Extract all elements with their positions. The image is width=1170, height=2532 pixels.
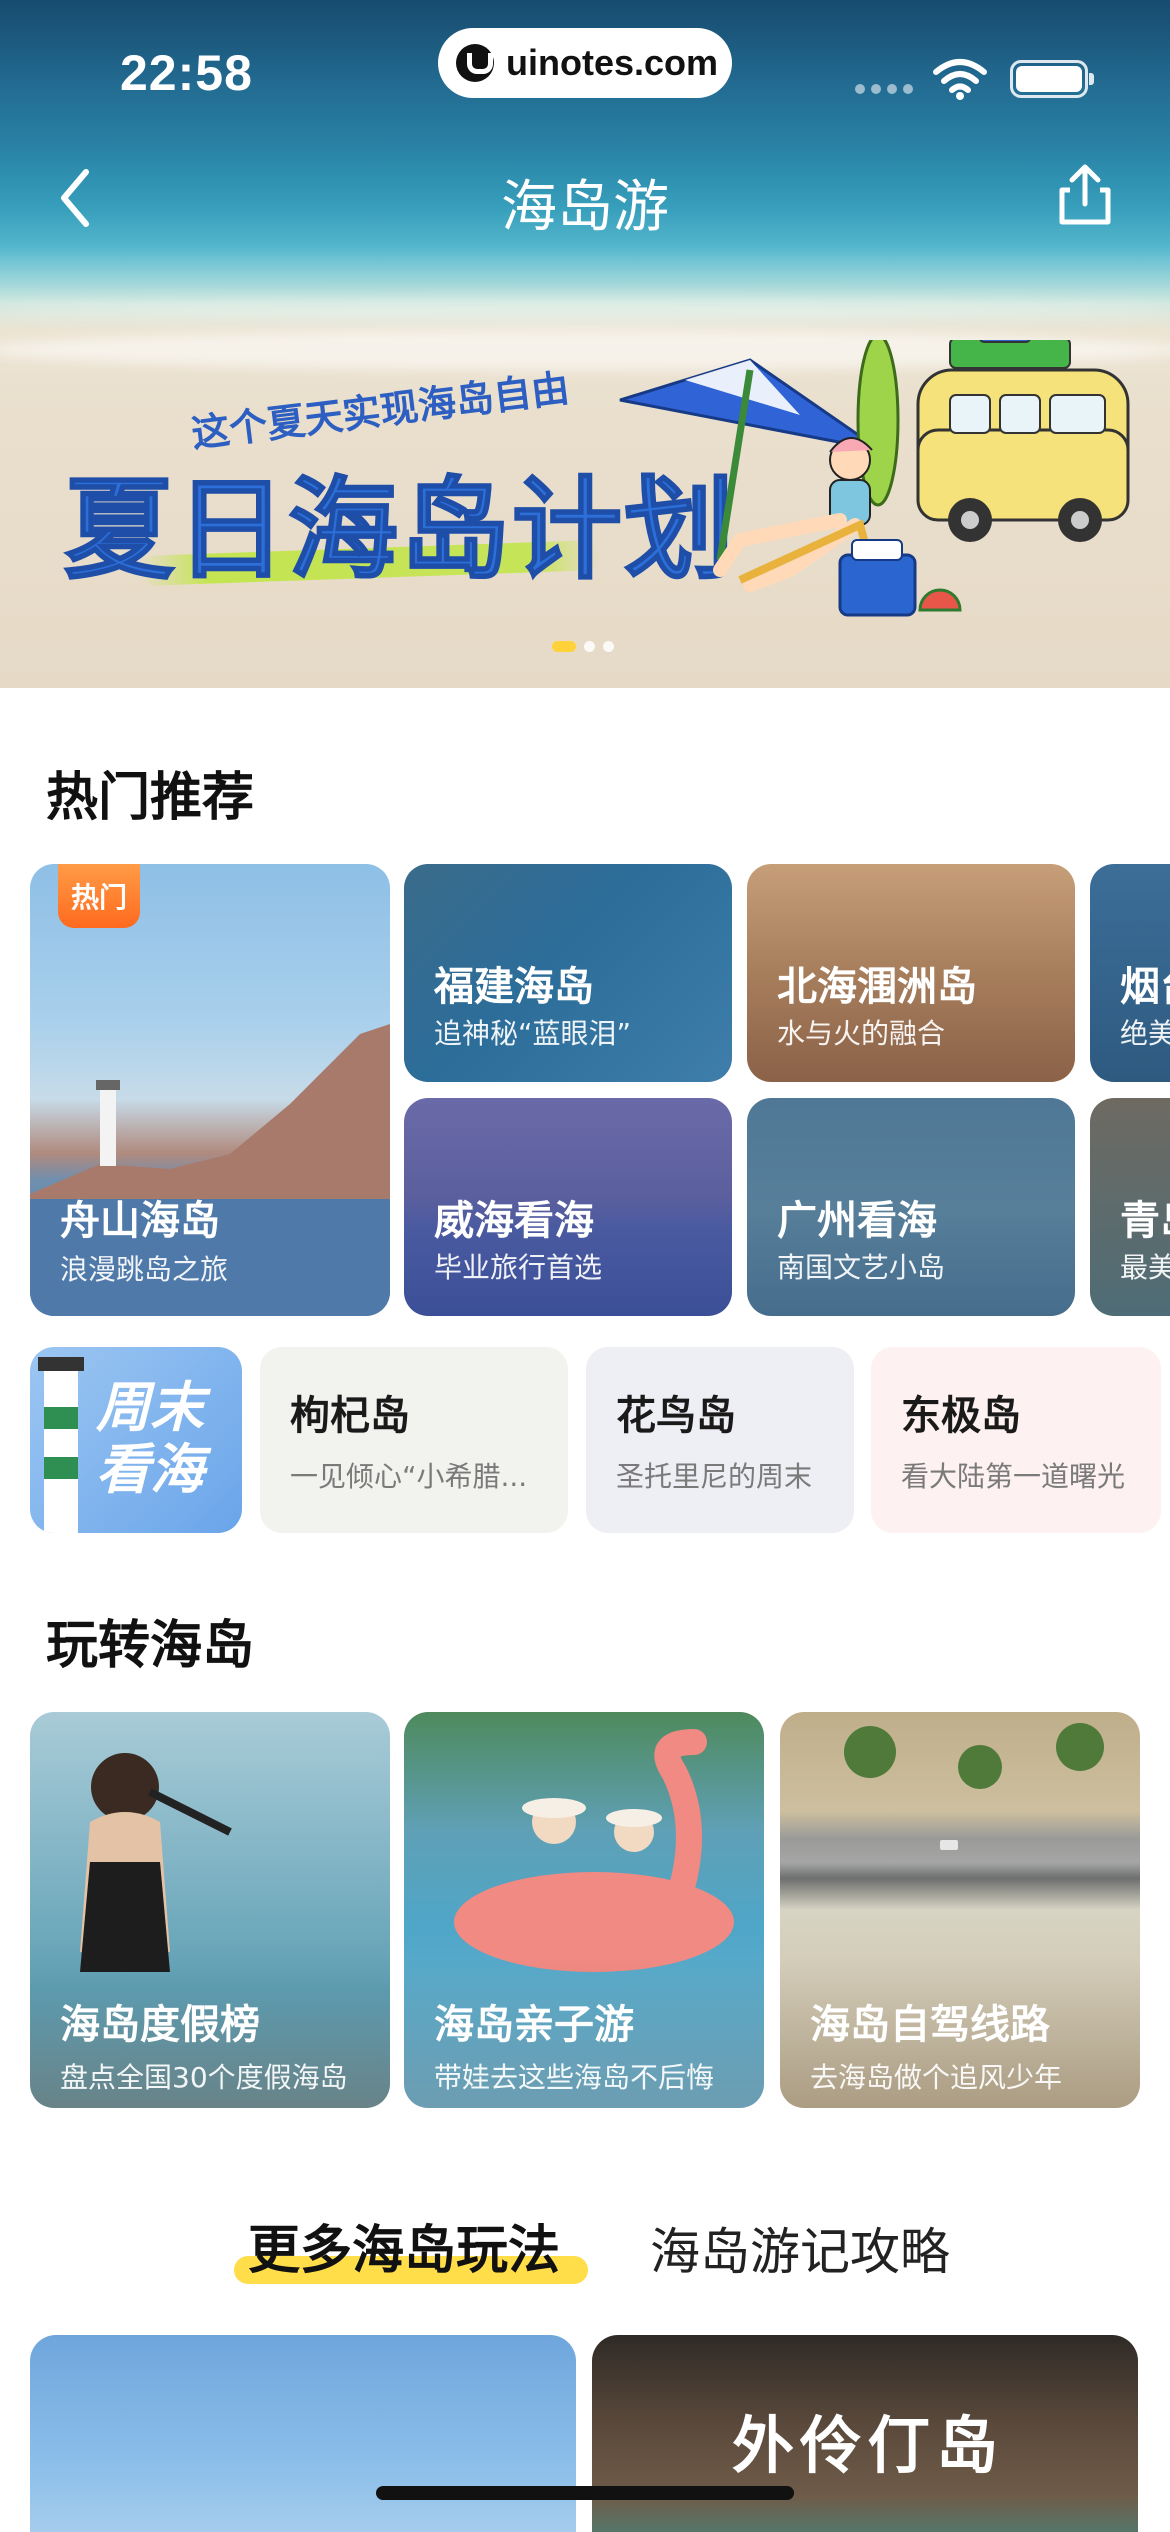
feed-card-title: 外伶仃岛 (732, 2409, 1005, 2482)
feed-card-1[interactable] (30, 2335, 576, 2532)
home-indicator (376, 2486, 794, 2500)
weekend-item-title: 东极岛 (901, 1393, 1021, 1439)
hot-card-beihai[interactable]: 北海涠洲岛 水与火的融合 (747, 864, 1075, 1082)
content-tabs: 更多海岛玩法 海岛游记攻略 (0, 2208, 1170, 2288)
hot-card-title: 广州看海 (777, 1198, 937, 1244)
url-pill: uinotes.com (438, 28, 732, 98)
hot-card-guangzhou[interactable]: 广州看海 南国文艺小岛 (747, 1098, 1075, 1316)
weekend-item-subtitle: 看大陆第一道曙光 (901, 1460, 1126, 1493)
page-title: 海岛游 (501, 175, 669, 240)
hot-card-subtitle: 南国文艺小岛 (777, 1251, 946, 1284)
play-card-subtitle: 带娃去这些海岛不后悔 (434, 2061, 715, 2094)
play-card-title: 海岛亲子游 (434, 2002, 634, 2048)
tab-more-island-play[interactable]: 更多海岛玩法 (248, 2208, 560, 2283)
play-card-vacation[interactable]: 海岛度假榜 盘点全国30个度假海岛 (30, 1712, 390, 2108)
hot-card-title: 北海涠洲岛 (777, 964, 977, 1010)
signal-icon (855, 84, 913, 94)
play-card-subtitle: 去海岛做个追风少年 (810, 2061, 1063, 2094)
hot-badge: 热门 (58, 864, 140, 928)
hot-card-featured[interactable]: 热门 舟山海岛 浪漫跳岛之旅 (30, 864, 390, 1316)
weekend-item-huaniao[interactable]: 花鸟岛 圣托里尼的周末 (586, 1347, 854, 1533)
hot-card-title: 青岛 (1120, 1198, 1170, 1244)
weekend-item-dongji[interactable]: 东极岛 看大陆第一道曙光 (871, 1347, 1161, 1533)
tab-island-travel-notes[interactable]: 海岛游记攻略 (650, 2212, 950, 2284)
play-card-selfdrive[interactable]: 海岛自驾线路 去海岛做个追风少年 (780, 1712, 1140, 2108)
sea-wave (0, 300, 1170, 322)
hot-card-yantai[interactable]: 烟台 绝美 (1090, 864, 1170, 1082)
status-time: 22:58 (120, 45, 253, 101)
weekend-item-title: 枸杞岛 (290, 1393, 410, 1439)
hot-card-subtitle: 浪漫跳岛之旅 (60, 1253, 229, 1286)
weekend-item-subtitle: 圣托里尼的周末 (616, 1460, 813, 1493)
uinotes-logo-icon (456, 44, 494, 82)
hot-card-subtitle: 绝美 (1120, 1017, 1170, 1050)
play-card-title: 海岛自驾线路 (810, 2002, 1050, 2048)
weekend-item-gouqi[interactable]: 枸杞岛 一见倾心“小希腊... (260, 1347, 568, 1533)
weekend-item-subtitle: 一见倾心“小希腊... (290, 1460, 528, 1493)
hero-banner[interactable]: 这个夏天实现海岛自由 夏日海岛计划 (0, 0, 1170, 688)
share-icon[interactable] (1050, 160, 1120, 230)
hot-card-title: 福建海岛 (434, 964, 594, 1010)
hot-card-title: 烟台 (1120, 964, 1170, 1010)
feed-card-2[interactable]: 外伶仃岛 (592, 2335, 1138, 2532)
wifi-icon (933, 59, 987, 100)
play-section-title: 玩转海岛 (46, 1616, 255, 1676)
hot-card-title: 舟山海岛 (60, 1198, 220, 1244)
hot-card-weihai[interactable]: 威海看海 毕业旅行首选 (404, 1098, 732, 1316)
hot-card-qingdao[interactable]: 青岛 最美 (1090, 1098, 1170, 1316)
carousel-dots (552, 641, 614, 652)
weekend-sea-card[interactable]: 周末 看海 (30, 1347, 242, 1533)
battery-icon (1010, 60, 1094, 98)
hot-card-subtitle: 最美 (1120, 1251, 1170, 1284)
hot-card-fujian[interactable]: 福建海岛 追神秘“蓝眼泪” (404, 864, 732, 1082)
hot-card-subtitle: 毕业旅行首选 (434, 1251, 603, 1284)
beach-illustration (619, 340, 1130, 617)
hot-card-title: 威海看海 (434, 1198, 594, 1244)
hot-card-subtitle: 追神秘“蓝眼泪” (434, 1017, 632, 1050)
hot-card-subtitle: 水与火的融合 (777, 1017, 946, 1050)
hot-section-title: 热门推荐 (46, 768, 255, 828)
play-card-family[interactable]: 海岛亲子游 带娃去这些海岛不后悔 (404, 1712, 764, 2108)
url-pill-text: uinotes.com (506, 42, 719, 83)
weekend-label-line2: 看海 (96, 1438, 204, 1501)
play-card-subtitle: 盘点全国30个度假海岛 (60, 2061, 348, 2094)
weekend-label-line1: 周末 (96, 1376, 204, 1439)
weekend-item-title: 花鸟岛 (616, 1393, 736, 1439)
play-card-title: 海岛度假榜 (60, 2002, 260, 2048)
weekend-label: 周末 看海 (96, 1377, 204, 1501)
